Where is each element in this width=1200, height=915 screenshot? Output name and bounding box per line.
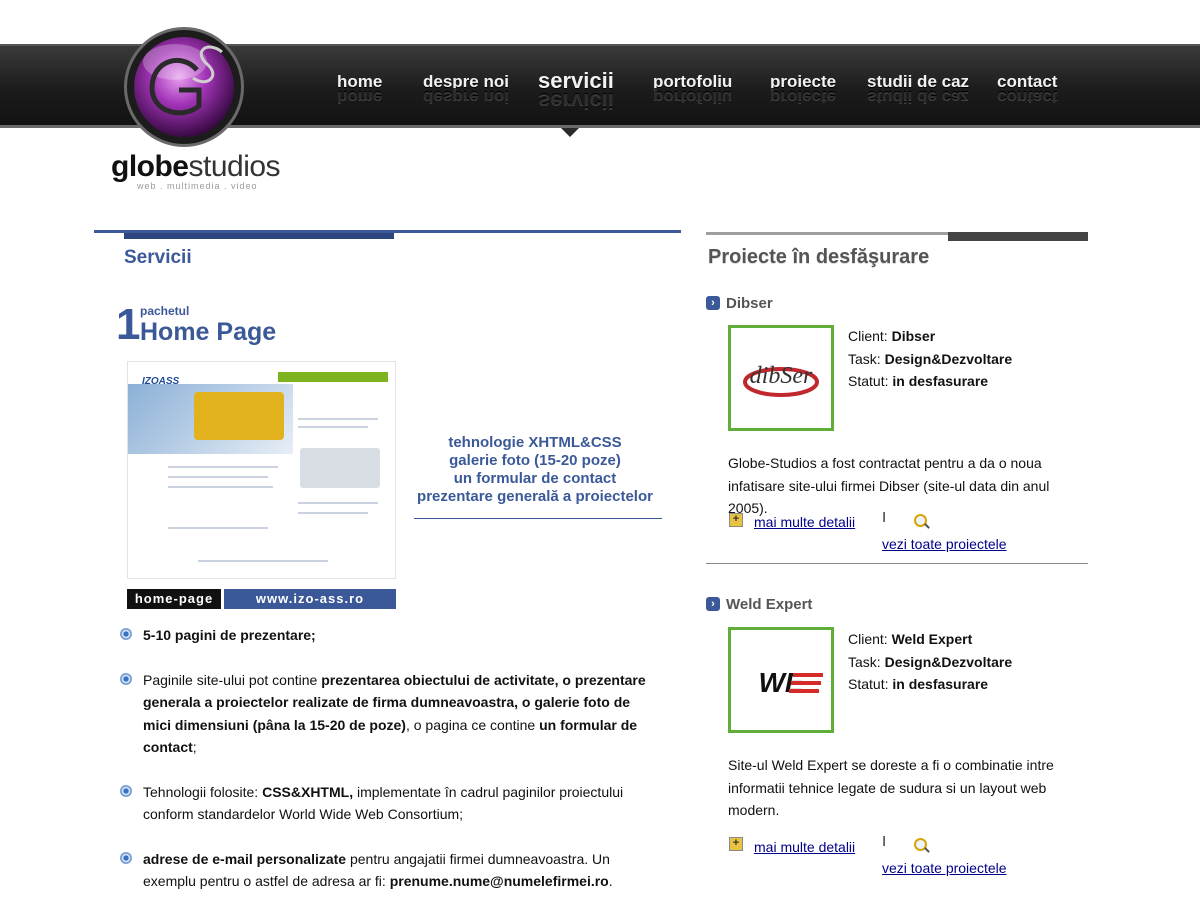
bullet-icon <box>120 628 132 640</box>
all-projects-link[interactable]: vezi toate proiectele <box>882 536 1007 552</box>
globe-studios-logo-icon[interactable] <box>124 27 244 147</box>
project-description: Site-ul Weld Expert se doreste a fi o co… <box>728 757 1054 818</box>
technology-summary: tehnologie XHTML&CSS galerie foto (15-20… <box>408 434 662 506</box>
dibser-logo-thumbnail[interactable]: dibSer <box>728 325 834 431</box>
preview-label: home-page <box>127 589 221 609</box>
preview-truck-image <box>194 392 284 440</box>
services-title: Servicii <box>124 247 192 268</box>
project-name[interactable]: Dibser <box>726 295 773 312</box>
service-bullet-item: 5-10 pagini de prezentare; <box>120 624 650 647</box>
preview-text-line <box>168 476 268 478</box>
logo-wordmark[interactable]: globestudios <box>111 150 281 184</box>
client-row: Client: Weld Expert <box>848 631 973 647</box>
more-details-link[interactable]: mai multe detalii <box>754 839 855 855</box>
service-bullet-item: Tehnologii folosite: CSS&XHTML, implemen… <box>120 781 650 826</box>
bullet-icon <box>120 672 132 685</box>
service-bullet-item: adrese de e-mail personalizate pentru an… <box>120 848 650 893</box>
preview-footer-line <box>198 560 328 562</box>
bullet-text: , o pagina ce contine <box>405 716 540 733</box>
tech-line: prezentare generală a proiectelor <box>417 488 653 505</box>
arrow-right-icon: › <box>706 296 720 310</box>
preview-text-line <box>168 527 268 529</box>
projects-title: Proiecte în desfăşurare <box>708 246 930 268</box>
nav-studii-de-caz[interactable]: studii de cazstudii de caz <box>867 72 969 107</box>
all-projects-link[interactable]: vezi toate proiectele <box>882 860 1007 876</box>
nav-despre-noi[interactable]: despre noidespre noi <box>423 72 509 107</box>
package-label-small: pachetul <box>140 304 190 318</box>
nav-contact[interactable]: contactcontact <box>997 72 1057 107</box>
project-meta: Client: Weld Expert Task: Design&Dezvolt… <box>848 628 1012 696</box>
active-nav-pointer <box>561 128 579 137</box>
logo-tagline: web . multimedia . video <box>137 181 258 191</box>
bullet-text: Tehnologii folosite: <box>143 783 263 800</box>
bullet-icon <box>120 784 132 797</box>
status-row: Statut: in desfasurare <box>848 676 989 692</box>
services-bullet-list: 5-10 pagini de prezentare; Paginile site-… <box>120 624 650 915</box>
task-row: Task: Design&Dezvoltare <box>848 350 1013 367</box>
preview-text-line <box>298 426 368 428</box>
bullet-text: Paginile site-ului pot contine <box>143 671 322 688</box>
bullet-text: ; <box>192 739 197 755</box>
task-row: Task: Design&Dezvoltare <box>848 653 1013 670</box>
weld-expert-logo-thumbnail[interactable]: WE <box>728 627 834 733</box>
tech-line: tehnologie XHTML&CSS <box>448 434 622 451</box>
bullet-text: adrese de e-mail personalizate <box>143 850 347 867</box>
preview-text-line <box>168 466 278 468</box>
arrow-right-icon: › <box>706 597 720 611</box>
home-page-preview-image[interactable]: IZOASS <box>127 361 396 579</box>
package-title: Home Page <box>140 318 277 346</box>
bullet-icon <box>120 851 132 864</box>
project-meta: Client: Dibser Task: Design&Dezvoltare S… <box>848 325 1012 393</box>
package-number: 1 <box>116 300 141 349</box>
link-separator: I <box>882 509 887 526</box>
preview-url-link[interactable]: www.izo-ass.ro <box>224 589 396 609</box>
nav-portofoliu[interactable]: portofoliuportofoliu <box>653 72 732 107</box>
nav-proiecte[interactable]: proiecteproiecte <box>770 72 836 107</box>
project-description: Globe-Studios a fost contractat pentru a… <box>728 455 1050 516</box>
tech-line: galerie foto (15-20 poze) <box>449 452 621 469</box>
preview-text-line <box>298 418 378 420</box>
projects-top-rule-accent <box>948 232 1088 241</box>
more-details-link[interactable]: mai multe detalii <box>754 514 855 530</box>
service-bullet-item: Paginile site-ului pot contine prezentar… <box>120 669 650 759</box>
plus-icon[interactable]: + <box>729 837 743 851</box>
nav-servicii[interactable]: serviciiservicii <box>538 68 614 114</box>
dibser-logo-text: dibSer <box>750 363 813 389</box>
bullet-text: prenume.nume@numelefirmei.ro <box>389 873 609 889</box>
plus-icon[interactable]: + <box>729 513 743 527</box>
preview-text-line <box>298 512 368 514</box>
project-name[interactable]: Weld Expert <box>726 596 812 613</box>
preview-logo: IZOASS <box>142 376 180 387</box>
technology-underline <box>414 518 662 519</box>
bullet-text: . <box>608 873 613 889</box>
preview-text-line <box>168 486 273 488</box>
preview-menu-bar <box>278 372 388 382</box>
bullet-text: CSS&XHTML, <box>262 783 354 800</box>
client-row: Client: Dibser <box>848 328 936 344</box>
link-separator: I <box>882 833 887 850</box>
services-top-rule-accent <box>124 233 394 239</box>
tech-line: un formular de contact <box>453 470 617 487</box>
bullet-text: 5-10 pagini de prezentare; <box>143 627 316 643</box>
nav-home[interactable]: homehome <box>337 72 382 107</box>
preview-van-image <box>300 448 380 488</box>
magnifier-icon[interactable] <box>914 514 927 527</box>
project-divider <box>706 563 1088 564</box>
preview-text-line <box>298 502 378 504</box>
magnifier-icon[interactable] <box>914 838 927 851</box>
status-row: Statut: in desfasurare <box>848 373 989 389</box>
